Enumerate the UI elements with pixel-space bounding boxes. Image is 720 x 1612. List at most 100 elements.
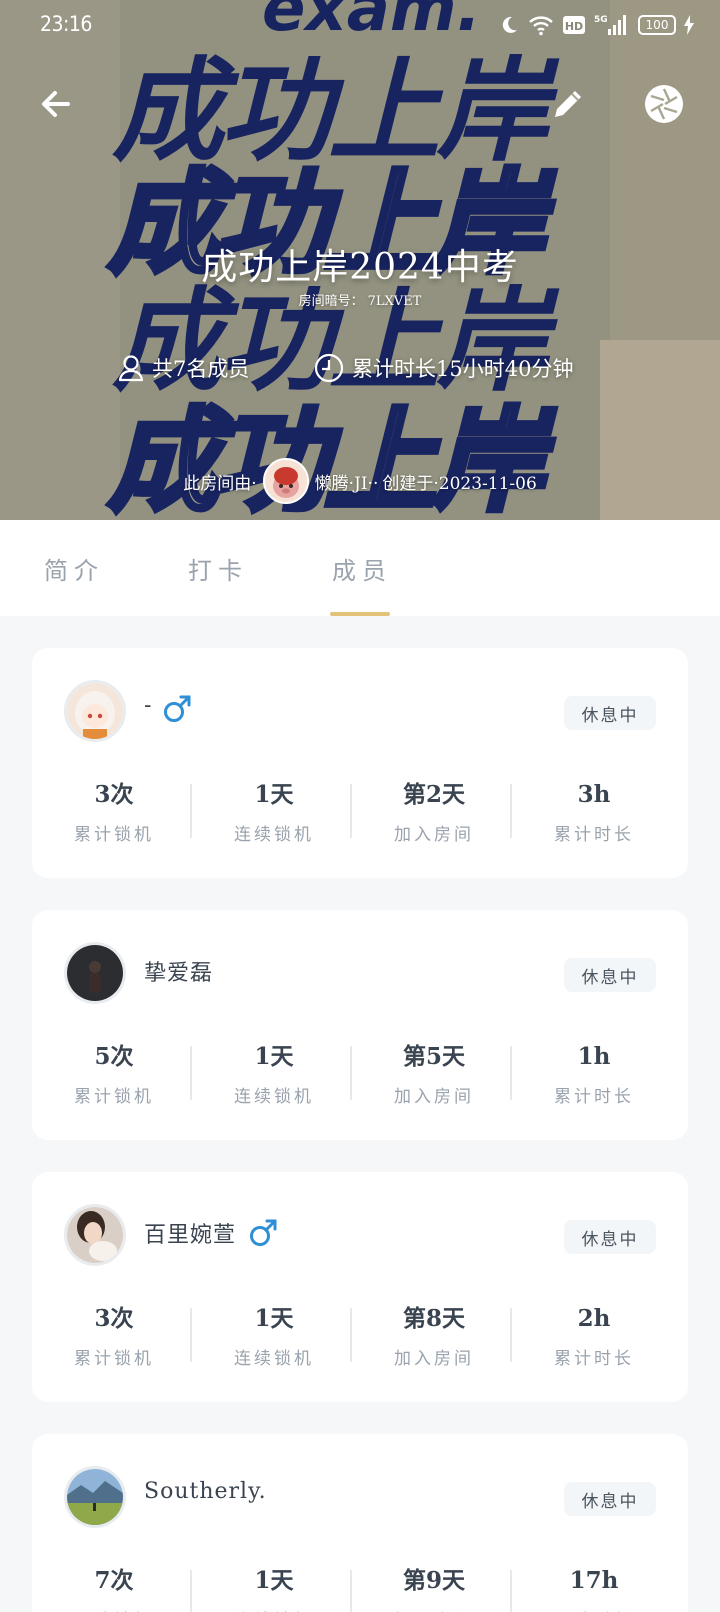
svg-text:HD: HD: [565, 20, 583, 33]
tab-bar: 简介 打卡 成员: [0, 520, 720, 616]
active-tab-indicator: [330, 612, 390, 616]
wifi-icon: [529, 16, 553, 36]
metric-value: 1天: [254, 1043, 294, 1070]
member-metrics: 5次累计锁机 1天连续锁机 第5天加入房间 1h 累计时长: [32, 1040, 688, 1120]
metric-label: 加入房间: [394, 1087, 474, 1107]
metric-value: 3h: [577, 781, 611, 808]
aperture-icon: [645, 85, 683, 123]
room-settings-button[interactable]: [636, 76, 692, 132]
metric-value: 第9天: [402, 1567, 465, 1594]
metric-total-time: 17h 累计时长: [512, 1564, 676, 1612]
metric-label: 连续锁机: [234, 1087, 314, 1107]
tab-checkin[interactable]: 打卡: [188, 520, 248, 616]
avatar-image: [67, 1207, 123, 1263]
room-code-value: 7LXVET: [367, 294, 422, 309]
metric-total-time: 2h 累计时长: [512, 1302, 676, 1369]
metric-value: 第5天: [402, 1043, 465, 1070]
metric-value: 3次: [94, 1305, 134, 1332]
metric-value: 1天: [254, 781, 294, 808]
metric-value: 1h: [577, 1043, 611, 1070]
metric-joined: 第2天加入房间: [352, 778, 516, 845]
avatar-image: [67, 683, 123, 739]
status-badge: 休息中: [564, 958, 656, 992]
metric-label: 累计锁机: [74, 1087, 154, 1107]
creator-avatar-image: [264, 460, 307, 502]
metric-label: 连续锁机: [234, 825, 314, 845]
member-name: -: [144, 693, 153, 718]
metric-streak: 1天连续锁机: [192, 1302, 356, 1369]
metric-joined: 第5天加入房间: [352, 1040, 516, 1107]
member-name: 百里婉萱: [144, 1223, 237, 1248]
status-time: 23:16: [40, 12, 92, 36]
metric-value: 第8天: [402, 1305, 465, 1332]
metric-value: 5次: [94, 1043, 134, 1070]
avatar[interactable]: [64, 680, 126, 742]
member-card[interactable]: Southerly. 休息中 7次累计锁机 1天连续锁机 第9天加入房间 17h…: [32, 1434, 688, 1612]
male-gender-icon: [250, 1219, 277, 1246]
moon-icon: [502, 16, 517, 33]
total-duration: 累计时长15小时40分钟: [314, 350, 573, 386]
svg-text:5G: 5G: [594, 15, 608, 25]
metric-label: 加入房间: [394, 825, 474, 845]
metric-label: 累计锁机: [74, 1349, 154, 1369]
metric-lock-count: 5次累计锁机: [32, 1040, 196, 1107]
back-button[interactable]: [28, 76, 84, 132]
room-header: exam. 成功上岸 成功上岸 成功上岸 成功上岸 23:16 HD 5G 10…: [0, 0, 720, 520]
arrow-left-icon: [42, 91, 70, 117]
tab-intro[interactable]: 简介: [44, 520, 104, 616]
avatar-image: [67, 945, 123, 1001]
creator-prefix: 此房间由·: [183, 473, 257, 494]
metric-value: 2h: [577, 1305, 611, 1332]
creator-line: 此房间由· 懒腾·JI·· 创建于·2023-11-06: [0, 455, 720, 507]
created-date: 创建于·2023-11-06: [382, 473, 537, 494]
member-name: Southerly.: [144, 1479, 267, 1504]
edit-room-button[interactable]: [540, 76, 596, 132]
metric-value: 第2天: [402, 781, 465, 808]
avatar[interactable]: [64, 1204, 126, 1266]
metric-streak: 1天连续锁机: [192, 778, 356, 845]
metric-total-time: 1h 累计时长: [512, 1040, 676, 1107]
metric-lock-count: 7次累计锁机: [32, 1564, 196, 1612]
metric-label: 累计时长: [512, 1606, 676, 1612]
creator-name[interactable]: 懒腾·JI··: [315, 469, 379, 494]
status-badge: 休息中: [564, 1220, 656, 1254]
metric-label: 累计时长: [554, 1087, 634, 1107]
battery-indicator: 100: [638, 15, 676, 35]
member-count: 共7名成员: [118, 350, 249, 386]
member-card[interactable]: - 休息中 3次 累计锁机 1天连续锁机 第2天加入房间 3h 累计时长: [32, 648, 688, 878]
room-title: 成功上岸2024中考: [201, 247, 519, 288]
metric-value: 7次: [94, 1567, 134, 1594]
member-card[interactable]: 挚爱磊 休息中 5次累计锁机 1天连续锁机 第5天加入房间 1h 累计时长: [32, 910, 688, 1140]
member-name: 挚爱磊: [144, 961, 214, 986]
metric-label: 累计时长: [554, 1349, 634, 1369]
member-metrics: 3次累计锁机 1天 连续锁机 第8天加入房间 2h 累计时长: [32, 1302, 688, 1382]
signal-5g-icon: 5G: [594, 15, 626, 35]
metric-label: 累计时长: [554, 825, 634, 845]
metric-joined: 第8天加入房间: [352, 1302, 516, 1369]
metric-value: 3次: [94, 781, 134, 808]
person-icon: [118, 355, 144, 382]
charging-bolt-icon: [684, 15, 694, 35]
tab-members[interactable]: 成员: [332, 520, 392, 616]
pencil-icon: [555, 91, 581, 117]
member-card[interactable]: 百里婉萱 休息中 3次累计锁机 1天 连续锁机 第8天加入房间 2h 累计时长: [32, 1172, 688, 1402]
metric-label: 加入房间: [352, 1606, 516, 1612]
creator-avatar[interactable]: [262, 458, 309, 504]
avatar[interactable]: [64, 1466, 126, 1528]
metric-joined: 第9天加入房间: [352, 1564, 516, 1612]
metric-lock-count: 3次 累计锁机: [32, 778, 196, 845]
status-badge: 休息中: [564, 1482, 656, 1516]
metric-value: 1天: [254, 1567, 294, 1594]
member-metrics: 3次 累计锁机 1天连续锁机 第2天加入房间 3h 累计时长: [32, 778, 688, 858]
room-code-label: 房间暗号：: [298, 294, 364, 309]
member-metrics: 7次累计锁机 1天连续锁机 第9天加入房间 17h 累计时长: [32, 1564, 688, 1612]
avatar[interactable]: [64, 942, 126, 1004]
avatar-image: [67, 1469, 123, 1525]
metric-streak: 1天连续锁机: [192, 1040, 356, 1107]
metric-label: 累计锁机: [32, 1606, 196, 1612]
member-count-text: 共7名成员: [152, 357, 250, 381]
status-badge: 休息中: [564, 696, 656, 730]
hd-icon: HD: [563, 16, 585, 34]
metric-label: 加入房间: [394, 1349, 474, 1369]
clock-icon: [314, 353, 344, 383]
